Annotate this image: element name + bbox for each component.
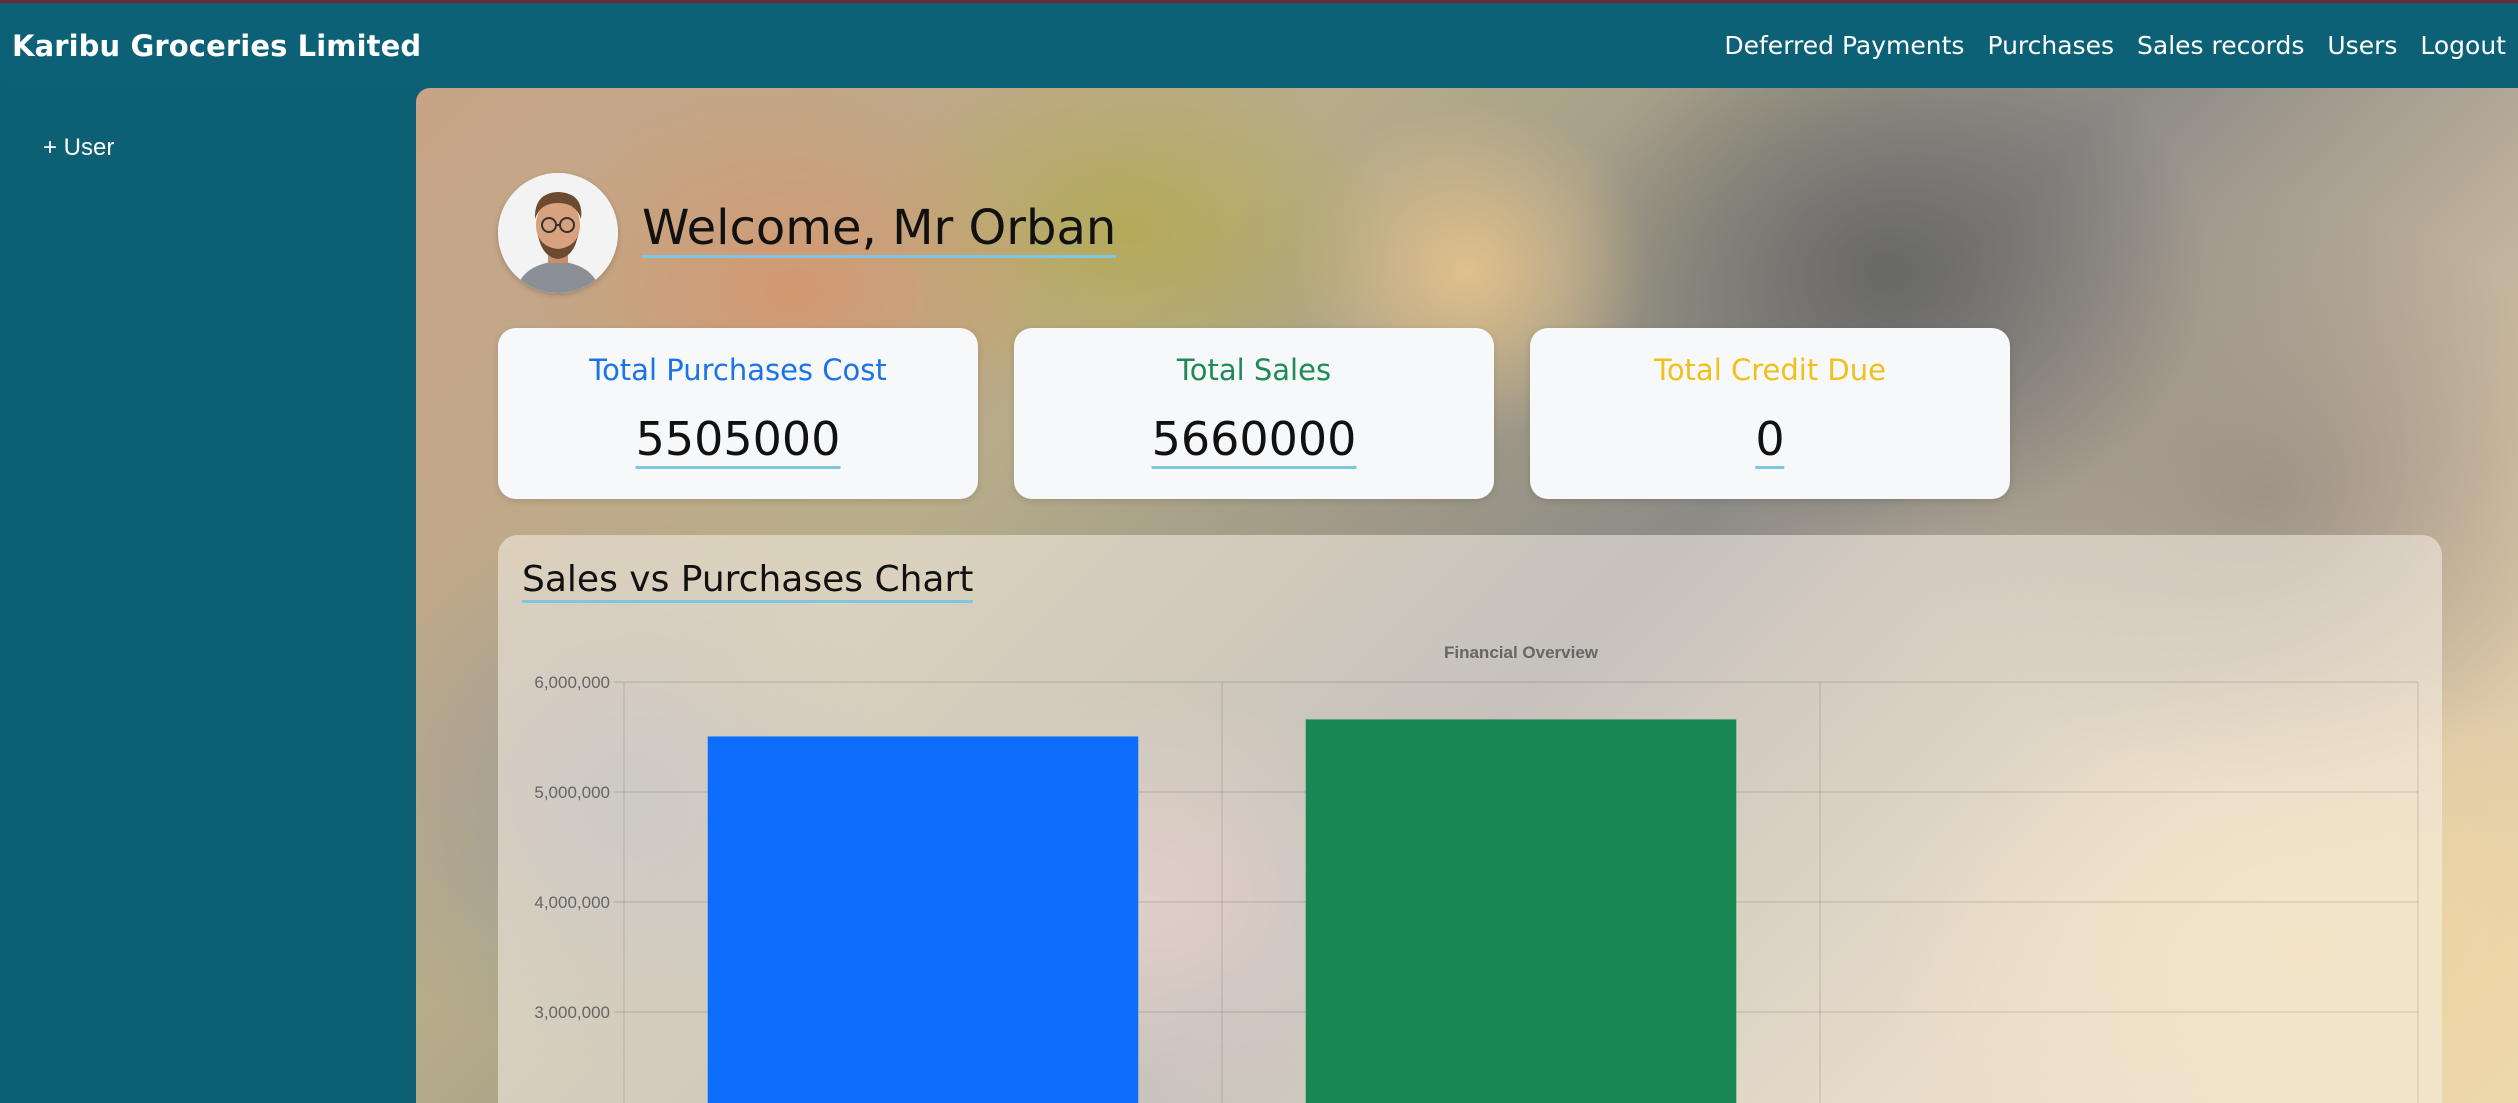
- chart-bar: [1305, 719, 1737, 1103]
- top-navbar: Karibu Groceries Limited Deferred Paymen…: [0, 0, 2518, 88]
- card-value: 5505000: [635, 413, 841, 469]
- card-title: Total Credit Due: [1654, 353, 1886, 387]
- user-portrait-icon: [498, 173, 618, 293]
- nav-logout[interactable]: Logout: [2420, 31, 2506, 60]
- sidebar-item-add-user[interactable]: + User: [43, 134, 114, 162]
- total-purchases-card: Total Purchases Cost 5505000: [498, 328, 978, 499]
- chart-title: Financial Overview: [1444, 643, 1599, 662]
- sales-purchases-chart: Financial Overview 6,000,000 5,000,000 4,00…: [534, 643, 2419, 1103]
- card-title: Total Sales: [1176, 353, 1332, 387]
- y-tick-label: 6,000,000: [534, 673, 610, 692]
- nav-purchases[interactable]: Purchases: [1987, 31, 2114, 60]
- brand-title[interactable]: Karibu Groceries Limited: [12, 29, 421, 63]
- sidebar: + User: [0, 88, 416, 1103]
- avatar: [498, 173, 618, 293]
- y-tick-label: 3,000,000: [534, 1003, 610, 1022]
- main-nav: Deferred Payments Purchases Sales record…: [1724, 31, 2506, 60]
- total-sales-card: Total Sales 5660000: [1014, 328, 1494, 499]
- chart-card: Sales vs Purchases Chart Financial Overv…: [498, 535, 2442, 1103]
- nav-deferred-payments[interactable]: Deferred Payments: [1724, 31, 1964, 60]
- card-value: 0: [1755, 413, 1785, 469]
- nav-sales-records[interactable]: Sales records: [2137, 31, 2304, 60]
- welcome-heading: Welcome, Mr Orban: [642, 200, 1117, 258]
- card-value: 5660000: [1151, 413, 1357, 469]
- total-credit-due-card: Total Credit Due 0: [1530, 328, 2010, 499]
- y-tick-label: 4,000,000: [534, 893, 610, 912]
- card-title: Total Purchases Cost: [589, 353, 887, 387]
- chart-bar: [707, 736, 1139, 1103]
- nav-users[interactable]: Users: [2327, 31, 2397, 60]
- y-tick-label: 5,000,000: [534, 783, 610, 802]
